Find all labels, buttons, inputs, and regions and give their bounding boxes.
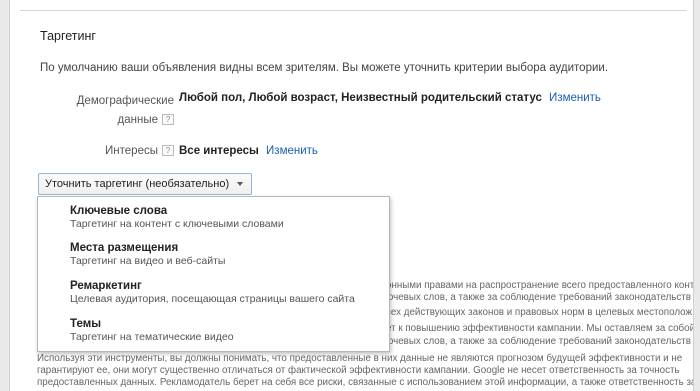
menu-item-title: Темы [70,318,102,330]
menu-item-topics[interactable]: Темы Таргетинг на тематические видео [70,318,234,343]
menu-item-desc: Целевая аудитория, посещающая страницы в… [70,293,355,305]
disclaimer-line-2: гарантируют ее, они могут существенно от… [37,365,680,376]
background-text-right-1: онными правами на распространение всего … [386,280,694,291]
interests-label-text: Интересы [105,145,158,157]
demographics-edit-link[interactable]: Изменить [549,92,601,104]
help-icon[interactable]: ? [162,145,174,157]
demographics-value-text: Любой пол, Любой возраст, Неизвестный ро… [179,92,542,104]
targeting-panel: Таргетинг По умолчанию ваши объявления в… [9,0,694,391]
help-icon[interactable]: ? [162,114,174,126]
menu-item-title: Места размещения [70,242,179,254]
menu-item-keywords[interactable]: Ключевые слова Таргетинг на контент с кл… [70,205,284,230]
background-text-right-4: ет к повышению эффективности кампании. М… [386,323,694,334]
section-title: Таргетинг [40,29,96,43]
intro-text: По умолчанию ваши объявления видны всем … [40,62,609,74]
menu-item-title: Ключевые слова [70,205,168,217]
menu-item-desc: Таргетинг на контент с ключевыми словами [70,218,284,230]
refine-targeting-label: Уточнить таргетинг (необязательно) [45,178,230,190]
disclaimer-line-1: Используя эти инструменты, вы должны пон… [37,353,683,364]
refine-targeting-dropdown[interactable]: Уточнить таргетинг (необязательно) [38,173,253,195]
targeting-menu: Ключевые слова Таргетинг на контент с кл… [37,196,390,352]
interests-value-text: Все интересы [179,145,259,157]
demographics-value: Любой пол, Любой возраст, Неизвестный ро… [179,92,601,104]
demographics-label: Демографические данные? [46,92,174,130]
chevron-down-icon [237,182,244,186]
menu-item-desc: Таргетинг на видео и веб-сайты [70,255,226,267]
background-text-right-2: ючевых слов, а также за соблюдение требо… [386,292,691,303]
menu-item-remarketing[interactable]: Ремаркетинг Целевая аудитория, посещающа… [70,280,355,305]
menu-item-desc: Таргетинг на тематические видео [70,331,234,343]
background-text-right-3: сех действующих законов и правовых норм … [386,307,693,318]
menu-item-placements[interactable]: Места размещения Таргетинг на видео и ве… [70,242,225,267]
interests-value: Все интересы Изменить [179,145,318,157]
background-text-right-5: ючевых слов, а также за соблюдение требо… [386,336,691,347]
demographics-label-line2-text: данные [117,114,158,126]
demographics-label-line2: данные? [46,111,174,130]
disclaimer-line-3: предоставленных данных. Рекламодатель бе… [37,377,694,388]
interests-label: Интересы? [80,145,174,157]
demographics-label-line1: Демографические [76,95,174,107]
top-divider [20,10,687,11]
menu-item-title: Ремаркетинг [70,280,142,292]
interests-edit-link[interactable]: Изменить [266,145,318,157]
